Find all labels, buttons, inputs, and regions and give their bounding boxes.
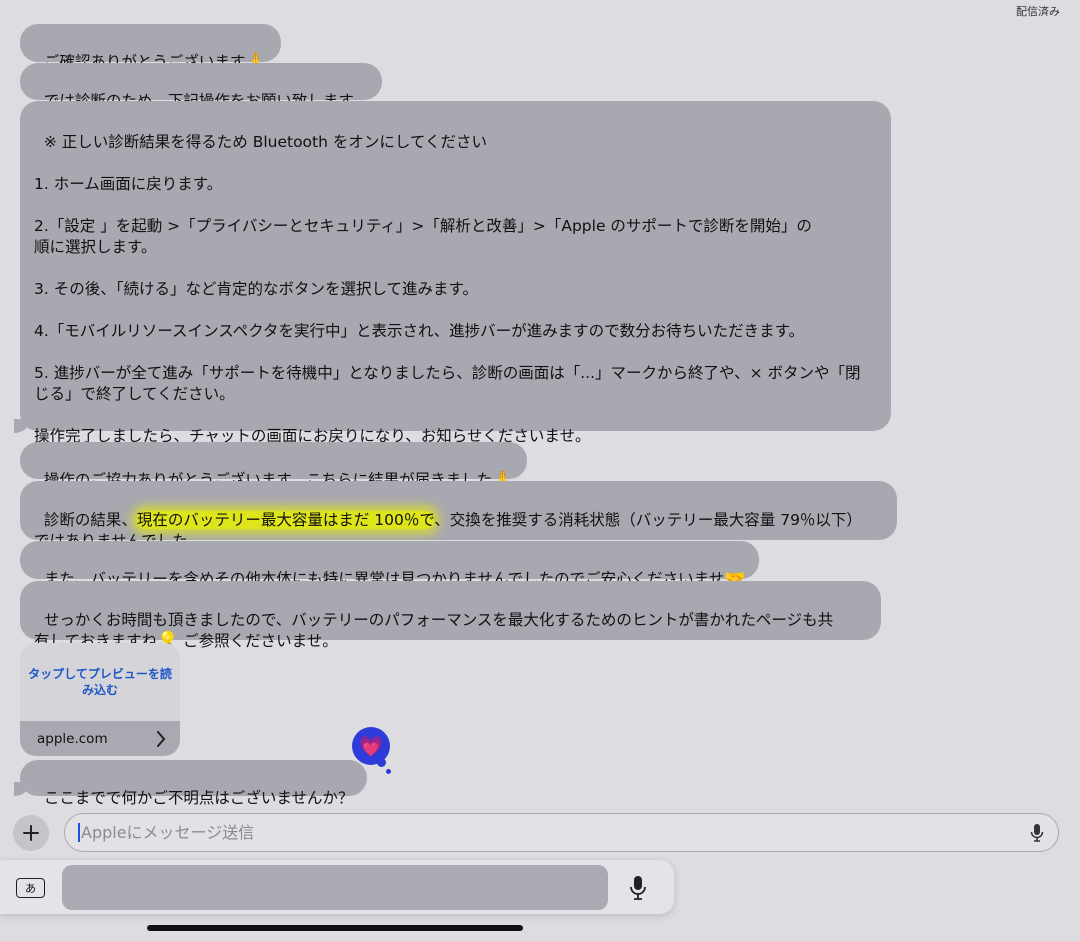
message-bubble: 操作のご協力ありがとうございます、こちらに結果が届きました🙏 bbox=[20, 442, 528, 490]
link-preview-text[interactable]: タップしてプレビューを読み込む bbox=[20, 643, 180, 721]
dictation-mic-icon[interactable] bbox=[1030, 823, 1044, 847]
message-input[interactable] bbox=[81, 823, 981, 842]
delivered-status: 配信済み bbox=[1016, 5, 1060, 18]
message-text: ※ 正しい診断結果を得るため Bluetooth をオンにしてください 1. ホ… bbox=[34, 133, 861, 445]
message-bubble: ご確認ありがとうございます🙏 bbox=[20, 24, 281, 72]
message-input-bar[interactable] bbox=[64, 813, 1059, 852]
message-text: ご参照くださいませ。 bbox=[178, 632, 338, 650]
message-bubble: せっかくお時間も頂きましたので、バッテリーのパフォーマンスを最大化するためのヒン… bbox=[20, 581, 881, 651]
link-preview-card[interactable]: タップしてプレビューを読み込む apple.com bbox=[20, 643, 180, 756]
link-domain: apple.com bbox=[37, 730, 108, 747]
link-footer[interactable]: apple.com bbox=[20, 721, 180, 756]
keyboard-mic-icon[interactable] bbox=[629, 875, 647, 905]
text-caret bbox=[78, 823, 80, 842]
message-text: ここまでで何かご不明点はございませんか？ bbox=[43, 789, 354, 807]
kana-keyboard-key[interactable]: あ bbox=[16, 878, 45, 898]
heart-icon: 💗 bbox=[358, 734, 384, 758]
message-text: 診断の結果、 bbox=[43, 511, 137, 529]
message-bubble: ここまでで何かご不明点はございませんか？ bbox=[20, 760, 368, 807]
add-attachment-button[interactable] bbox=[13, 815, 49, 851]
keyboard-accessory-bar: あ bbox=[0, 860, 674, 914]
message-bubble: また、バッテリーを含めその他本体にも特に異常は見つかりませんでしたのでご安心くだ… bbox=[20, 541, 760, 589]
home-indicator[interactable] bbox=[147, 925, 523, 931]
message-bubble: 診断の結果、現在のバッテリー最大容量はまだ 100％で、交換を推奨する消耗状態（… bbox=[20, 481, 897, 550]
keyboard-candidate-field[interactable] bbox=[62, 865, 608, 910]
chevron-right-icon bbox=[156, 727, 166, 751]
bubble-tail bbox=[14, 782, 28, 796]
tapback-dot bbox=[386, 769, 391, 774]
message-bubble: ※ 正しい診断結果を得るため Bluetooth をオンにしてください 1. ホ… bbox=[20, 101, 891, 445]
bubble-tail bbox=[14, 419, 28, 433]
highlighted-text: 現在のバッテリー最大容量はまだ 100％で bbox=[136, 511, 435, 529]
tapback-dot bbox=[377, 758, 386, 767]
message-bubble: では診断のため、下記操作をお願い致します。 bbox=[20, 63, 382, 110]
plus-icon bbox=[23, 825, 39, 841]
